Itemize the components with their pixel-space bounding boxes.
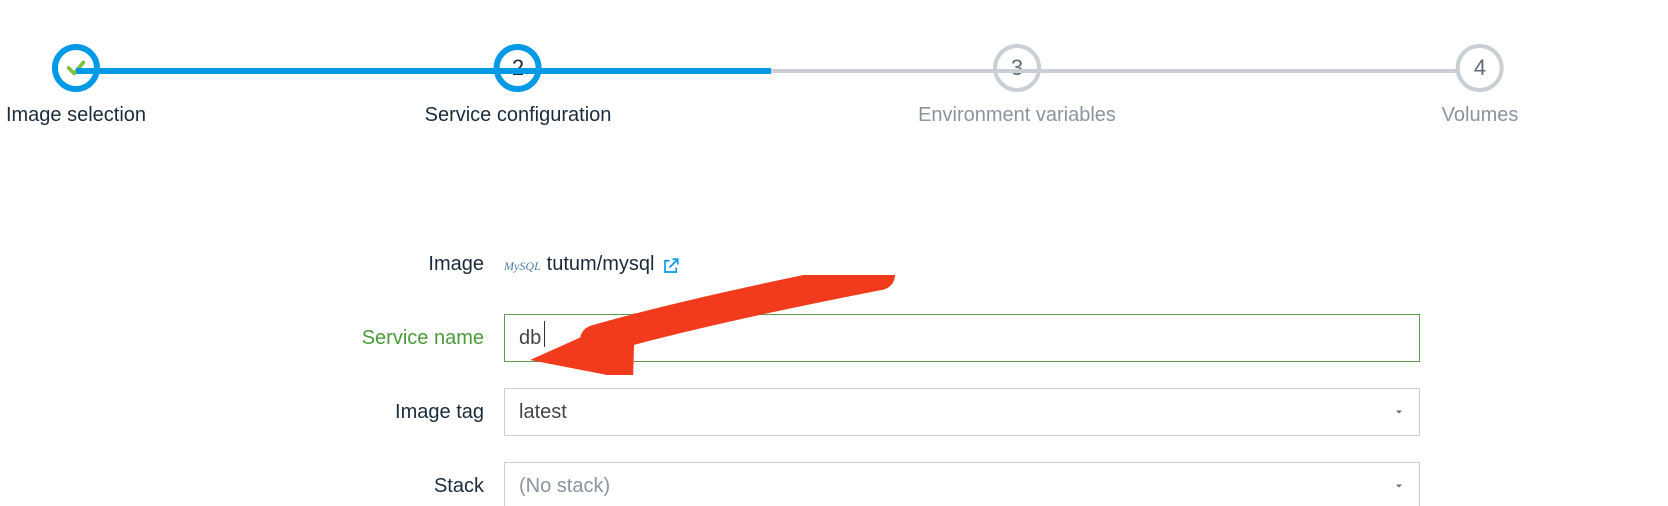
row-image-tag: Image tag latest xyxy=(0,384,1668,440)
value-image: MySQL tutum/mysql xyxy=(504,253,680,276)
step-label-3: Environment variables xyxy=(918,104,1116,127)
stepper-line-2a xyxy=(518,68,771,74)
chevron-down-icon xyxy=(1393,475,1405,498)
label-stack: Stack xyxy=(0,475,504,498)
step-circle-4: 4 xyxy=(1456,44,1504,92)
step-circle-3: 3 xyxy=(993,44,1041,92)
stepper-line-2b xyxy=(771,69,1017,73)
label-service-name: Service name xyxy=(0,327,504,350)
row-image: Image MySQL tutum/mysql xyxy=(0,236,1668,292)
step-label-1: Image selection xyxy=(6,104,146,127)
image-tag-selected: latest xyxy=(519,401,567,424)
step-label-2: Service configuration xyxy=(425,104,612,127)
row-service-name: Service name xyxy=(0,310,1668,366)
chevron-down-icon xyxy=(1393,401,1405,424)
label-image-tag: Image tag xyxy=(0,401,504,424)
step-label-4: Volumes xyxy=(1442,104,1519,127)
stepper: Image selection 2 Service configuration … xyxy=(0,44,1668,164)
service-config-form: Image MySQL tutum/mysql Service name Ima… xyxy=(0,236,1668,506)
stepper-line-1 xyxy=(76,68,518,74)
step-volumes[interactable]: 4 Volumes xyxy=(1442,44,1519,127)
mysql-icon: MySQL xyxy=(504,259,541,274)
step-image-selection[interactable]: Image selection xyxy=(6,44,146,127)
row-stack: Stack (No stack) xyxy=(0,458,1668,506)
image-tag-select[interactable]: latest xyxy=(504,388,1420,436)
label-image: Image xyxy=(0,253,504,276)
step-environment-variables[interactable]: 3 Environment variables xyxy=(918,44,1116,127)
external-link-icon[interactable] xyxy=(662,257,680,275)
service-name-input[interactable] xyxy=(504,314,1420,362)
step-service-configuration[interactable]: 2 Service configuration xyxy=(425,44,612,127)
stack-select[interactable]: (No stack) xyxy=(504,462,1420,506)
stepper-line-3 xyxy=(1017,69,1458,73)
stack-selected: (No stack) xyxy=(519,475,610,498)
image-name-text: tutum/mysql xyxy=(547,253,655,276)
